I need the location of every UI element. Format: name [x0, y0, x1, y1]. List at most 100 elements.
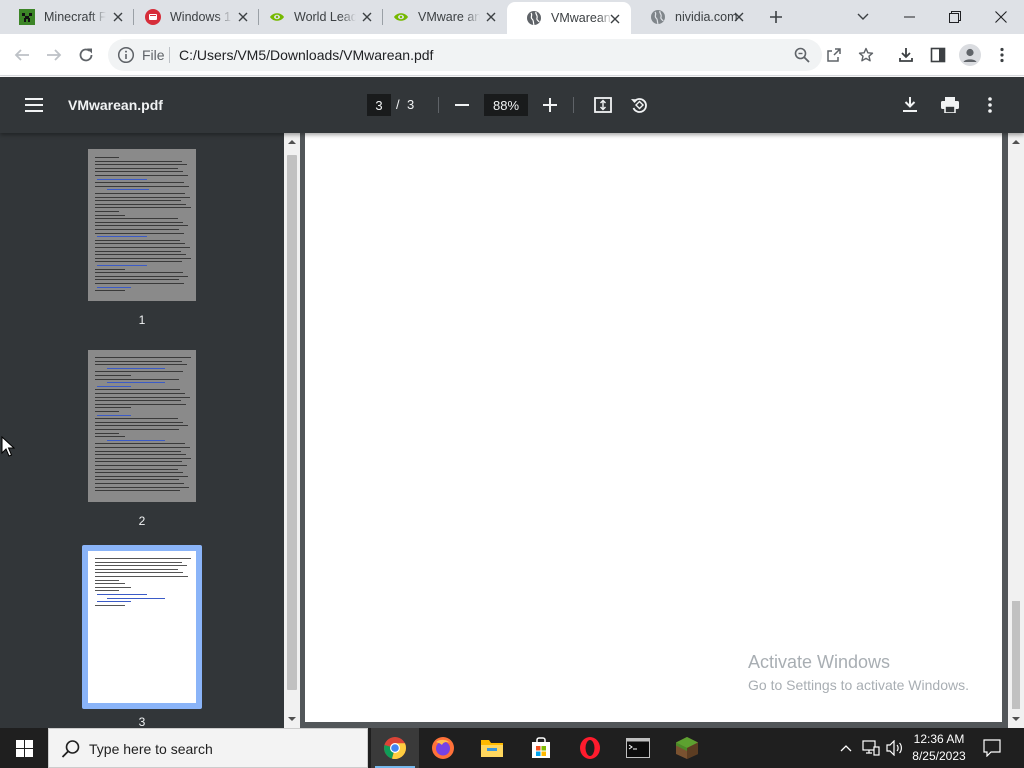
page-thumbnail-2[interactable]	[88, 350, 196, 502]
page-thumbnail-3[interactable]	[88, 551, 196, 703]
tab-title: VMwarean.	[551, 11, 613, 25]
tab-world-leader[interactable]: World Lead	[250, 0, 383, 34]
minimize-button[interactable]	[886, 0, 932, 34]
thumbnail-text-line	[95, 207, 191, 209]
taskbar-microsoft-store[interactable]	[517, 728, 565, 768]
terminal-icon	[626, 738, 650, 758]
sidebar-scrollbar[interactable]	[284, 133, 300, 728]
zoom-level-input[interactable]: 88%	[484, 94, 528, 116]
firefox-icon	[432, 737, 454, 759]
sidebar-toggle-button[interactable]	[22, 93, 46, 117]
activate-windows-watermark: Activate Windows Go to Settings to activ…	[748, 652, 969, 694]
star-icon	[858, 47, 874, 62]
scrollbar-thumb[interactable]	[1012, 601, 1020, 709]
forward-button[interactable]	[40, 41, 68, 69]
taskbar-chrome[interactable]	[371, 728, 419, 768]
pdf-document-area[interactable]	[300, 133, 1008, 728]
back-button[interactable]	[8, 41, 36, 69]
taskbar-minecraft[interactable]	[663, 728, 711, 768]
address-bar[interactable]: File C:/Users/VM5/Downloads/VMwarean.pdf	[108, 39, 822, 71]
network-icon	[862, 740, 880, 756]
thumbnail-text-line	[95, 472, 183, 474]
volume-button[interactable]	[884, 728, 906, 768]
tab-nividia[interactable]: nividia.com	[631, 0, 755, 34]
new-tab-button[interactable]	[764, 5, 788, 29]
zoom-out-button[interactable]	[450, 93, 474, 117]
thumbnail-text-line	[95, 357, 191, 358]
download-pdf-button[interactable]	[898, 93, 922, 117]
thumbnail-text-line	[97, 601, 131, 603]
opera-icon	[580, 737, 600, 759]
downloads-button[interactable]	[892, 41, 920, 69]
bookmark-button[interactable]	[852, 41, 880, 69]
url-text[interactable]: C:/Users/VM5/Downloads/VMwarean.pdf	[179, 47, 433, 63]
reload-button[interactable]	[72, 41, 100, 69]
thumbnail-page-number: 2	[138, 514, 146, 528]
thumbnail-sidebar[interactable]: 1 2 3	[0, 133, 284, 728]
speaker-icon	[886, 740, 902, 756]
taskbar-search-box[interactable]: Type here to search	[48, 728, 368, 768]
profile-button[interactable]	[956, 41, 984, 69]
thumbnail-text-line	[97, 178, 147, 180]
network-button[interactable]	[860, 728, 882, 768]
close-tab-icon[interactable]	[235, 9, 251, 25]
thumbnail-text-line	[95, 436, 125, 438]
zoom-button[interactable]	[788, 41, 816, 69]
tab-vmwarean-pdf[interactable]: VMwarean.	[507, 2, 631, 34]
close-window-button[interactable]	[978, 0, 1024, 34]
fit-to-page-button[interactable]	[591, 93, 615, 117]
forward-arrow-icon	[47, 49, 62, 61]
taskbar-opera[interactable]	[566, 728, 614, 768]
info-icon[interactable]	[117, 46, 135, 64]
start-button[interactable]	[0, 728, 48, 768]
thumbnail-text-line	[95, 468, 178, 470]
thumbnail-text-line	[95, 257, 191, 259]
page-thumbnail-1[interactable]	[88, 149, 196, 301]
page-number-input[interactable]: 3	[367, 94, 391, 116]
taskbar-firefox[interactable]	[419, 728, 467, 768]
print-button[interactable]	[938, 93, 962, 117]
thumbnail-text-line	[95, 443, 185, 445]
thumbnail-text-line	[95, 583, 125, 585]
pdf-toolbar: VMwarean.pdf 3 / 3 88%	[0, 77, 1024, 133]
tab-windows[interactable]: Windows 1	[126, 0, 259, 34]
minus-icon	[455, 104, 469, 106]
restore-button[interactable]	[932, 0, 978, 34]
taskbar-clock[interactable]: 12:36 AM 8/25/2023	[908, 731, 970, 765]
watermark-title: Activate Windows	[748, 652, 891, 672]
pdf-more-button[interactable]	[978, 93, 1002, 117]
side-panel-button[interactable]	[924, 41, 952, 69]
tab-minecraft[interactable]: Minecraft F	[0, 0, 134, 34]
thumbnail-text-line	[95, 590, 119, 592]
screen: Minecraft F Windows 1 World Lead VMware …	[0, 0, 1024, 768]
thumbnail-text-line	[95, 421, 183, 423]
taskbar-terminal[interactable]	[614, 728, 662, 768]
share-button[interactable]	[820, 41, 848, 69]
browser-menu-button[interactable]	[988, 41, 1016, 69]
scroll-up-arrow-icon	[1012, 140, 1020, 144]
thumbnail-text-line	[95, 229, 179, 230]
document-scrollbar[interactable]	[1008, 133, 1024, 728]
show-hidden-icons-button[interactable]	[836, 728, 856, 768]
thumbnail-text-line	[95, 247, 190, 248]
tab-search-button[interactable]	[840, 0, 886, 34]
scrollbar-thumb[interactable]	[287, 155, 297, 690]
close-tab-icon[interactable]	[731, 9, 747, 25]
thumbnail-text-line	[95, 211, 119, 212]
thumbnail-text-line	[95, 221, 183, 223]
close-tab-icon[interactable]	[483, 9, 499, 25]
hamburger-menu-icon	[25, 98, 43, 112]
zoom-in-button[interactable]	[538, 93, 562, 117]
chevron-up-icon	[840, 745, 852, 752]
thumbnail-text-line	[95, 475, 188, 477]
rotate-button[interactable]	[627, 93, 651, 117]
notification-center-button[interactable]	[978, 728, 1006, 768]
close-tab-icon[interactable]	[607, 11, 623, 27]
close-tab-icon[interactable]	[359, 9, 375, 25]
tab-vmware-and[interactable]: VMware an	[374, 0, 507, 34]
thumbnail-text-line	[107, 439, 165, 441]
taskbar-file-explorer[interactable]	[468, 728, 516, 768]
thumbnail-text-line	[95, 586, 131, 588]
avatar-icon	[959, 44, 981, 66]
close-tab-icon[interactable]	[110, 9, 126, 25]
